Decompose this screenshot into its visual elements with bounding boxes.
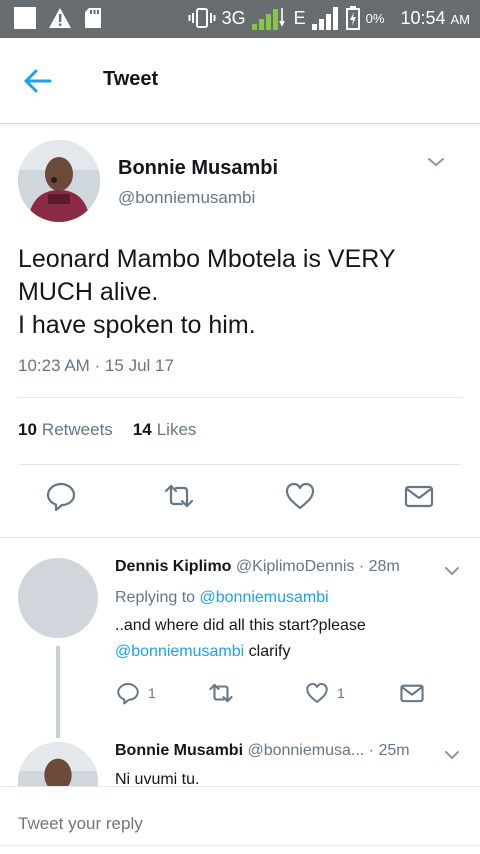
like-count: 1 [337, 685, 345, 701]
tweet-text: Leonard Mambo Mbotela is VERY MUCH alive… [18, 243, 458, 342]
app-header: Tweet [0, 38, 480, 124]
tweet-timestamp: 10:23 AM · 15 Jul 17 [18, 356, 174, 375]
likes-stat[interactable]: 14 Likes [133, 420, 197, 440]
tweet-text-line: Leonard Mambo Mbotela is VERY [18, 245, 396, 273]
page-title: Tweet [103, 68, 159, 90]
battery-percent: 0% [365, 10, 385, 26]
reply-author-name[interactable]: Dennis Kiplimo [115, 558, 231, 575]
replying-to-link[interactable]: @bonniemusambi [200, 589, 329, 606]
chevron-down-icon[interactable] [443, 746, 461, 764]
avatar-photo [18, 140, 100, 222]
reply-author-name[interactable]: Bonnie Musambi [115, 742, 243, 759]
tweet-actions [0, 480, 480, 524]
reply-composer-bar [0, 786, 480, 854]
status-left-icons [14, 7, 102, 29]
signal-strength-icon-2 [311, 7, 338, 30]
likes-label: Likes [156, 420, 197, 439]
retweet-icon [209, 683, 233, 703]
author-avatar[interactable] [18, 140, 100, 222]
network-type-3g: 3G [221, 7, 246, 28]
retweets-label: Retweets [41, 420, 113, 439]
tweet-stats: 10 Retweets 14 Likes [18, 420, 196, 440]
reply-text-rest: clarify [248, 643, 291, 660]
status-right-icons: 3G E 0% 10:54 AM [188, 6, 470, 30]
retweet-action[interactable] [208, 680, 234, 706]
reply-input[interactable] [18, 814, 418, 834]
tweet-text-line: MUCH alive. [18, 278, 159, 306]
tweet-text-line: I have spoken to him. [18, 311, 256, 339]
like-heart-icon [306, 683, 328, 703]
author-handle[interactable]: @bonniemusambi [118, 188, 255, 208]
replying-to-line: Replying to @bonniemusambi [115, 589, 329, 607]
thread-connector-line [56, 646, 60, 738]
notification-square-icon [14, 7, 36, 29]
reply-text-line: ..and where did all this start?please [115, 617, 366, 634]
retweets-stat[interactable]: 10 Retweets [18, 420, 113, 440]
reply-time: · 28m [358, 558, 400, 575]
clock-time: 10:54 [400, 7, 446, 28]
sd-card-icon [85, 8, 101, 28]
replying-to-prefix: Replying to [115, 589, 196, 606]
back-arrow-icon[interactable] [22, 66, 52, 96]
reply-header: Dennis Kiplimo @KiplimoDennis · 28m [115, 558, 400, 576]
vibrate-icon [188, 8, 216, 28]
reply-author-handle[interactable]: @KiplimoDennis [236, 558, 355, 575]
section-separator [0, 537, 480, 538]
reply-author-handle[interactable]: @bonniemusa... [247, 742, 364, 759]
reply-count: 1 [148, 685, 156, 701]
chevron-down-icon[interactable] [426, 152, 446, 172]
message-action[interactable] [399, 680, 425, 706]
direct-message-icon[interactable] [403, 480, 435, 512]
author-name[interactable]: Bonnie Musambi [118, 157, 278, 180]
likes-count: 14 [132, 420, 152, 439]
like-action[interactable]: 1 [305, 680, 345, 706]
clock-suffix: AM [450, 11, 471, 27]
divider [18, 397, 462, 398]
retweets-count: 10 [18, 420, 37, 439]
battery-charging-icon [345, 6, 360, 30]
reply-icon [117, 683, 139, 705]
divider [18, 464, 462, 465]
reply-time: · 25m [368, 742, 410, 759]
chevron-down-icon[interactable] [443, 562, 461, 580]
bottom-edge [0, 845, 480, 854]
retweet-icon[interactable] [163, 480, 195, 512]
reply-text-line: @bonniemusambi clarify [115, 643, 290, 661]
clock: 10:54 AM [400, 8, 470, 29]
reply-avatar-placeholder[interactable] [18, 558, 98, 638]
like-heart-icon[interactable] [284, 480, 316, 512]
signal-strength-icon-1 [251, 8, 285, 30]
network-type-e: E [293, 7, 306, 28]
reply-action[interactable]: 1 [116, 680, 156, 706]
warning-icon [49, 8, 71, 28]
reply-icon[interactable] [45, 480, 77, 512]
direct-message-icon [400, 684, 424, 703]
reply-header: Bonnie Musambi @bonniemusa... · 25m [115, 742, 410, 760]
mention-link[interactable]: @bonniemusambi [115, 643, 244, 660]
status-bar: 3G E 0% 10:54 AM [0, 0, 480, 38]
